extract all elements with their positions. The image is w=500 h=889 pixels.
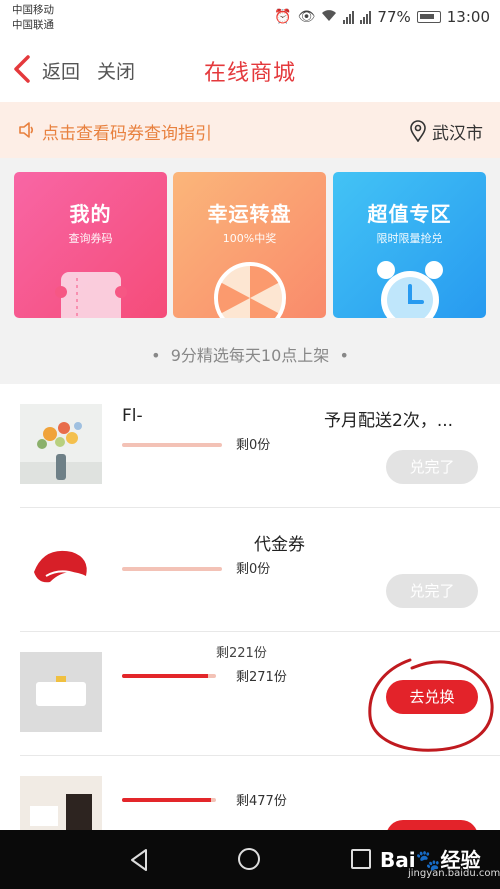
product-subline: 剩221份 [216, 646, 267, 661]
product-title-left: Fl- [122, 406, 143, 426]
dot-left: • [151, 346, 171, 365]
stock-progress-bar [122, 798, 216, 802]
product-row[interactable]: 代金券 剩0份 兑完了 [0, 508, 500, 632]
remaining-count: 剩271份 [236, 670, 287, 685]
wifi-icon [321, 9, 337, 26]
product-thumbnail [20, 652, 102, 732]
signal-4g-icon [360, 10, 372, 24]
product-list[interactable]: Fl- 予月配送2次，... 剩0份 兑完了 代金券 剩0份 兑完了 剩221份… [0, 384, 500, 830]
battery-percent: 77% [377, 8, 411, 26]
remaining-count: 剩0份 [236, 562, 271, 577]
stock-progress-bar [122, 674, 216, 678]
card-lucky-wheel[interactable]: 幸运转盘 100%中奖 [173, 172, 326, 318]
stock-progress-fill [122, 674, 209, 678]
card-super-value[interactable]: 超值专区 限时限量抢兑 [333, 172, 486, 318]
signal-2g-icon [343, 10, 355, 24]
clock: 13:00 [446, 8, 490, 26]
system-back-icon[interactable] [128, 848, 150, 872]
product-thumbnail [20, 528, 102, 608]
tagline: • 9分精选每天10点上架 • [0, 342, 500, 366]
card-subtitle: 查询券码 [68, 232, 113, 245]
product-thumbnail [20, 404, 102, 484]
notice-bar[interactable]: 点击查看码券查询指引 武汉市 [0, 102, 500, 158]
status-icons: ⏰ 👁 77% 13:00 [274, 8, 490, 26]
alarm-icon: ⏰ [274, 9, 292, 25]
nav-bar: 返回 关闭 在线商城 [0, 36, 500, 102]
card-title: 我的 [69, 202, 112, 226]
system-nav-bar: Bai🐾经验 jingyan.baidu.com [0, 830, 500, 889]
remaining-count: 剩0份 [236, 438, 271, 453]
card-title: 超值专区 [367, 202, 452, 226]
stock-progress-bar [122, 443, 222, 447]
status-bar: 中国移动 中国联通 ⏰ 👁 77% 13:00 [0, 0, 500, 36]
card-title: 幸运转盘 [207, 202, 292, 226]
remaining-count: 剩477份 [236, 794, 287, 809]
stock-progress-fill [122, 798, 212, 802]
location-pin-icon [410, 120, 426, 142]
stock-progress-bar [122, 567, 222, 571]
card-my-coupons[interactable]: 我的 查询券码 [14, 172, 167, 318]
ticket-icon [55, 272, 127, 318]
product-title-right: 予月配送2次，... [324, 411, 454, 431]
card-subtitle: 100%中奖 [222, 232, 277, 245]
redeem-button[interactable] [386, 820, 478, 830]
alarm-clock-icon [377, 261, 443, 318]
eye-icon: 👁 [297, 9, 316, 25]
system-home-icon[interactable] [238, 848, 260, 870]
product-thumbnail [20, 776, 102, 830]
tagline-text: 9分精选每天10点上架 [170, 346, 330, 365]
watermark-url: jingyan.baidu.com [408, 868, 500, 879]
card-subtitle: 限时限量抢兑 [376, 232, 443, 245]
promo-section: 我的 查询券码 幸运转盘 100%中奖 超值专区 限时限量抢兑 • 9分精选每天… [0, 158, 500, 384]
wheel-icon [214, 262, 286, 318]
annotation-circle [368, 658, 494, 752]
notice-text[interactable]: 点击查看码券查询指引 [42, 119, 212, 144]
product-title-right: 代金券 [254, 535, 305, 555]
city-selector[interactable]: 武汉市 [432, 119, 483, 144]
product-row[interactable]: Fl- 予月配送2次，... 剩0份 兑完了 [0, 384, 500, 508]
carrier-info: 中国移动 中国联通 [12, 3, 54, 33]
sold-out-button: 兑完了 [386, 450, 478, 484]
speaker-icon [19, 122, 34, 138]
carrier-name-1: 中国移动 [12, 4, 54, 16]
dot-right: • [329, 346, 349, 365]
carrier-name-2: 中国联通 [12, 19, 54, 31]
page-title: 在线商城 [203, 61, 296, 86]
sold-out-button: 兑完了 [386, 574, 478, 608]
product-row[interactable]: 剩477份 [0, 756, 500, 830]
battery-icon [416, 11, 441, 23]
system-recents-icon[interactable] [351, 849, 371, 869]
